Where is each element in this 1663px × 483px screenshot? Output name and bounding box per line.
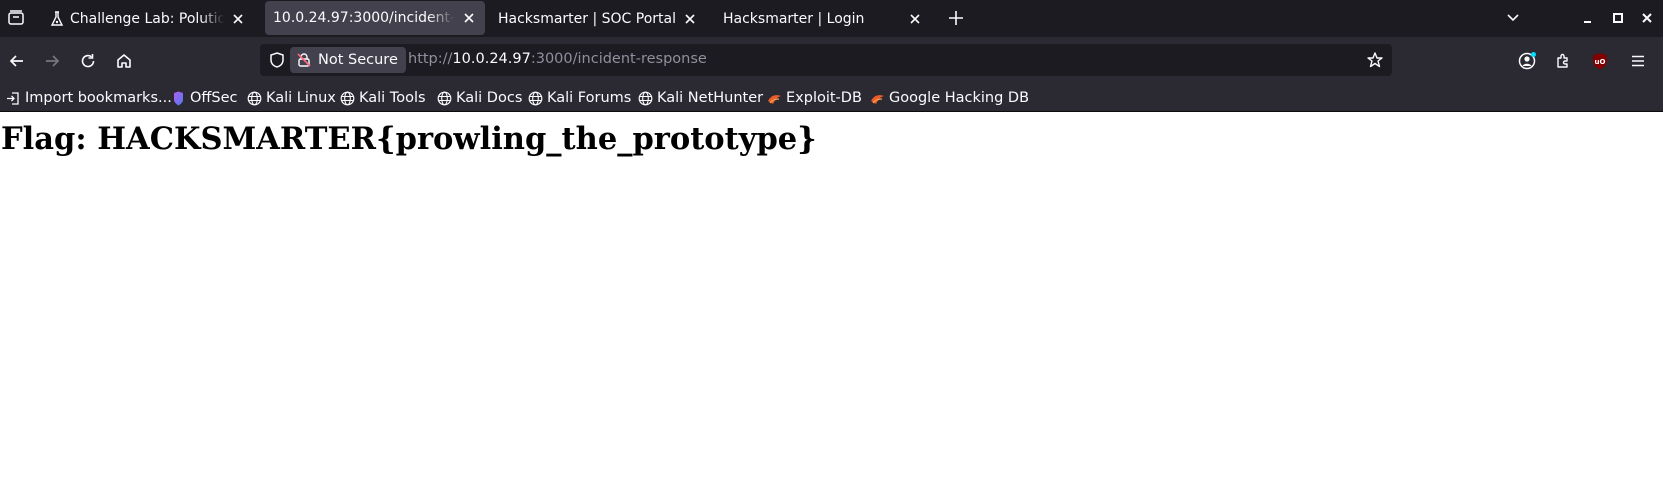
globe-icon <box>437 91 452 106</box>
minimize-icon[interactable] <box>1578 8 1598 28</box>
globe-icon <box>247 91 262 106</box>
forward-arrow-icon[interactable] <box>40 49 64 73</box>
bookmarks-toolbar: Import bookmarks... OffSec Kali Linux Ka… <box>0 85 1663 112</box>
bookmark-kali-nethunter[interactable]: Kali NetHunter <box>638 88 763 108</box>
hamburger-menu-icon[interactable] <box>1626 49 1650 73</box>
bookmark-kali-forums[interactable]: Kali Forums <box>528 88 631 108</box>
bookmark-label: Kali Docs <box>456 90 523 106</box>
navigation-toolbar: Not Secure http://10.0.24.97:3000/incide… <box>0 37 1663 85</box>
exploitdb-icon <box>767 91 782 106</box>
globe-icon <box>528 91 543 106</box>
close-tab-icon[interactable] <box>461 10 477 26</box>
maximize-icon[interactable] <box>1608 8 1628 28</box>
bookmark-label: Import bookmarks... <box>25 90 172 106</box>
chevron-down-icon[interactable] <box>1503 8 1523 28</box>
bookmark-import[interactable]: Import bookmarks... <box>6 88 172 108</box>
flask-icon <box>50 11 64 27</box>
tab-incident-response[interactable]: 10.0.24.97:3000/incident-res <box>265 1 485 35</box>
insecure-lock-icon <box>296 52 312 68</box>
close-tab-icon[interactable] <box>907 11 923 27</box>
tab-soc-portal[interactable]: Hacksmarter | SOC Portal <box>490 2 706 36</box>
tab-challenge-lab[interactable]: Challenge Lab: Polution (E <box>42 2 254 36</box>
close-tab-icon[interactable] <box>682 11 698 27</box>
bookmark-label: Kali Forums <box>547 90 632 106</box>
bookmark-label: Kali Tools <box>359 90 426 106</box>
tab-label: Challenge Lab: Polution (E <box>70 11 224 27</box>
bookmark-kali-linux[interactable]: Kali Linux <box>247 88 336 108</box>
tab-strip: Challenge Lab: Polution (E 10.0.24.97:30… <box>0 0 1663 37</box>
address-bar[interactable]: Not Secure http://10.0.24.97:3000/incide… <box>260 44 1392 76</box>
offsec-icon <box>171 91 186 106</box>
account-icon[interactable] <box>1515 49 1539 73</box>
exploitdb-icon <box>870 91 885 106</box>
svg-text:uO: uO <box>1595 58 1606 66</box>
bookmark-label: Kali Linux <box>266 90 336 106</box>
tab-label: Hacksmarter | Login <box>723 11 865 27</box>
bookmark-label: OffSec <box>190 90 238 106</box>
bookmark-google-hacking-db[interactable]: Google Hacking DB <box>870 88 1029 108</box>
bookmark-kali-docs[interactable]: Kali Docs <box>437 88 522 108</box>
reload-icon[interactable] <box>76 49 100 73</box>
bookmark-label: Exploit-DB <box>786 90 862 106</box>
tab-label: 10.0.24.97:3000/incident-res <box>273 10 455 26</box>
extensions-icon[interactable] <box>1551 49 1575 73</box>
flag-heading: Flag: HACKSMARTER{prowling_the_prototype… <box>1 121 817 157</box>
close-window-icon[interactable] <box>1637 8 1657 28</box>
bookmark-offsec[interactable]: OffSec <box>171 88 238 108</box>
url-host: 10.0.24.97 <box>452 51 531 67</box>
back-arrow-icon[interactable] <box>5 49 29 73</box>
url-scheme: http:// <box>408 51 453 67</box>
globe-icon <box>340 91 355 106</box>
tab-list-icon[interactable] <box>4 6 28 30</box>
page-content: Flag: HACKSMARTER{prowling_the_prototype… <box>0 112 1663 483</box>
globe-icon <box>638 91 653 106</box>
bookmark-star-icon[interactable] <box>1366 51 1384 69</box>
url-path: :3000/incident-response <box>530 51 707 67</box>
bookmark-label: Kali NetHunter <box>657 90 764 106</box>
import-icon <box>6 91 21 106</box>
bookmark-label: Google Hacking DB <box>889 90 1030 106</box>
home-icon[interactable] <box>112 49 136 73</box>
ublock-origin-icon[interactable]: uO <box>1588 49 1612 73</box>
not-secure-label: Not Secure <box>318 52 398 68</box>
tab-label: Hacksmarter | SOC Portal <box>498 11 676 27</box>
tab-login[interactable]: Hacksmarter | Login <box>715 2 931 36</box>
url-text[interactable]: http://10.0.24.97:3000/incident-response <box>408 51 707 67</box>
site-security-button[interactable]: Not Secure <box>290 47 406 73</box>
shield-icon[interactable] <box>268 51 286 69</box>
bookmark-exploit-db[interactable]: Exploit-DB <box>767 88 862 108</box>
new-tab-icon[interactable] <box>946 8 966 28</box>
close-tab-icon[interactable] <box>230 11 246 27</box>
bookmark-kali-tools[interactable]: Kali Tools <box>340 88 426 108</box>
